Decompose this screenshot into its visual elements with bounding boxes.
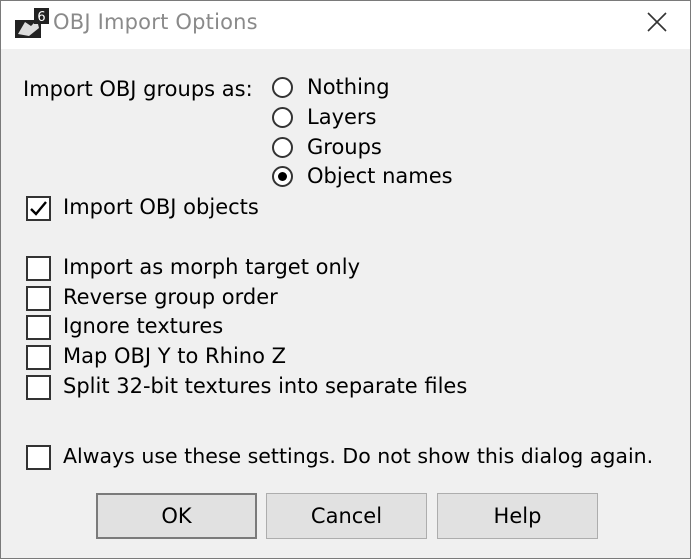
ignore-textures-checkbox[interactable] — [26, 315, 51, 340]
split-textures-checkbox[interactable] — [26, 375, 51, 400]
import-obj-objects-checkbox[interactable] — [26, 196, 51, 221]
ok-button[interactable]: OK — [96, 493, 257, 539]
radio-object-names[interactable] — [272, 166, 293, 187]
cancel-button[interactable]: Cancel — [266, 493, 427, 539]
always-use-settings-checkbox[interactable] — [26, 445, 51, 470]
map-y-to-z-label[interactable]: Map OBJ Y to Rhino Z — [63, 344, 286, 368]
close-icon — [646, 11, 668, 37]
radio-nothing-label[interactable]: Nothing — [307, 75, 390, 99]
checkmark-icon — [30, 201, 47, 216]
morph-target-checkbox[interactable] — [26, 256, 51, 281]
groups-label: Import OBJ groups as: — [23, 77, 253, 101]
help-button[interactable]: Help — [437, 493, 598, 539]
obj-import-options-dialog: 6 OBJ Import Options Import OBJ groups a… — [0, 0, 691, 559]
morph-target-label[interactable]: Import as morph target only — [63, 255, 360, 279]
rhino-6-icon: 6 — [15, 8, 49, 40]
radio-layers-label[interactable]: Layers — [307, 105, 377, 129]
close-button[interactable] — [637, 7, 677, 41]
reverse-group-order-label[interactable]: Reverse group order — [63, 285, 278, 309]
radio-layers[interactable] — [272, 107, 293, 128]
window-title: OBJ Import Options — [53, 10, 258, 34]
radio-groups[interactable] — [272, 137, 293, 158]
radio-object-names-label[interactable]: Object names — [307, 164, 453, 188]
svg-text:6: 6 — [37, 10, 45, 25]
reverse-group-order-checkbox[interactable] — [26, 286, 51, 311]
title-bar: 6 OBJ Import Options — [1, 1, 690, 49]
ignore-textures-label[interactable]: Ignore textures — [63, 314, 223, 338]
split-textures-label[interactable]: Split 32-bit textures into separate file… — [63, 374, 467, 398]
always-use-settings-label[interactable]: Always use these settings. Do not show t… — [63, 444, 653, 468]
import-obj-objects-label[interactable]: Import OBJ objects — [63, 195, 259, 219]
radio-groups-label[interactable]: Groups — [307, 135, 382, 159]
map-y-to-z-checkbox[interactable] — [26, 345, 51, 370]
radio-nothing[interactable] — [272, 77, 293, 98]
